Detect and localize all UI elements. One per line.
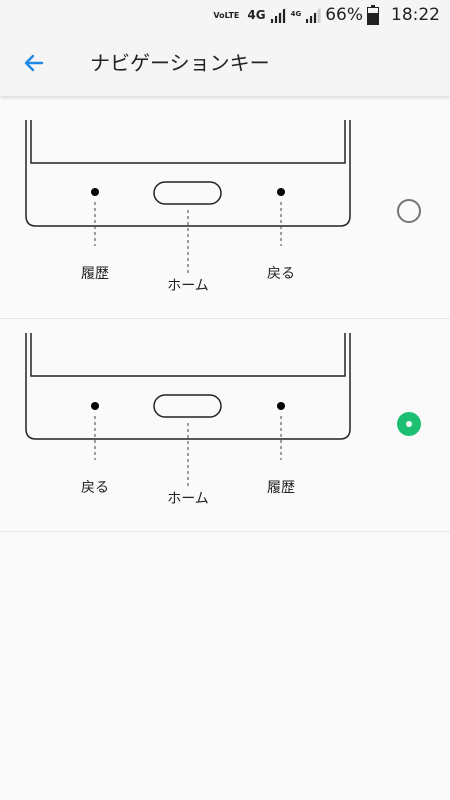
home-key-shape [153, 181, 222, 205]
recent-key-dot [277, 402, 285, 410]
navigation-key-screen: VoLTE 4G 4G 66% 18:22 ナビゲーションキー 履歴 ホーム 戻… [0, 0, 450, 800]
network-type-2: 4G [290, 10, 302, 18]
back-arrow-icon [24, 54, 44, 72]
recent-key-dot [91, 188, 99, 196]
right-key-label: 履歴 [267, 480, 295, 496]
left-key-label: 戻る [81, 480, 109, 496]
network-type-1-text: 4G [247, 8, 266, 22]
page-title: ナビゲーションキー [90, 51, 270, 75]
toolbar: ナビゲーションキー [0, 30, 450, 96]
center-key-label: ホーム [167, 491, 209, 507]
clock: 18:22 [391, 5, 440, 25]
network-type-2-text: 4G [290, 10, 302, 18]
signal-icon-2 [305, 7, 322, 23]
back-key-dot [91, 402, 99, 410]
back-key-dot [277, 188, 285, 196]
left-key-label: 履歴 [81, 266, 109, 282]
signal-icon-1 [269, 7, 286, 23]
home-key-shape [153, 394, 222, 418]
radio-button-option-2[interactable] [397, 412, 421, 436]
nav-layout-option-1[interactable]: 履歴 ホーム 戻る [0, 106, 450, 319]
status-icons: VoLTE 4G 4G 66% 18:22 [213, 0, 440, 30]
status-bar: VoLTE 4G 4G 66% 18:22 [0, 0, 450, 30]
radio-selected-dot [406, 421, 412, 427]
network-type-1: 4G [247, 8, 265, 22]
radio-button-option-1[interactable] [397, 199, 421, 223]
battery-percent: 66% [325, 5, 363, 25]
center-key-label: ホーム [167, 278, 209, 294]
back-button[interactable] [14, 43, 54, 83]
right-key-label: 戻る [267, 266, 295, 282]
volte-indicator: VoLTE [213, 10, 240, 20]
nav-layout-option-2[interactable]: 戻る ホーム 履歴 [0, 319, 450, 532]
battery-icon [367, 5, 379, 25]
